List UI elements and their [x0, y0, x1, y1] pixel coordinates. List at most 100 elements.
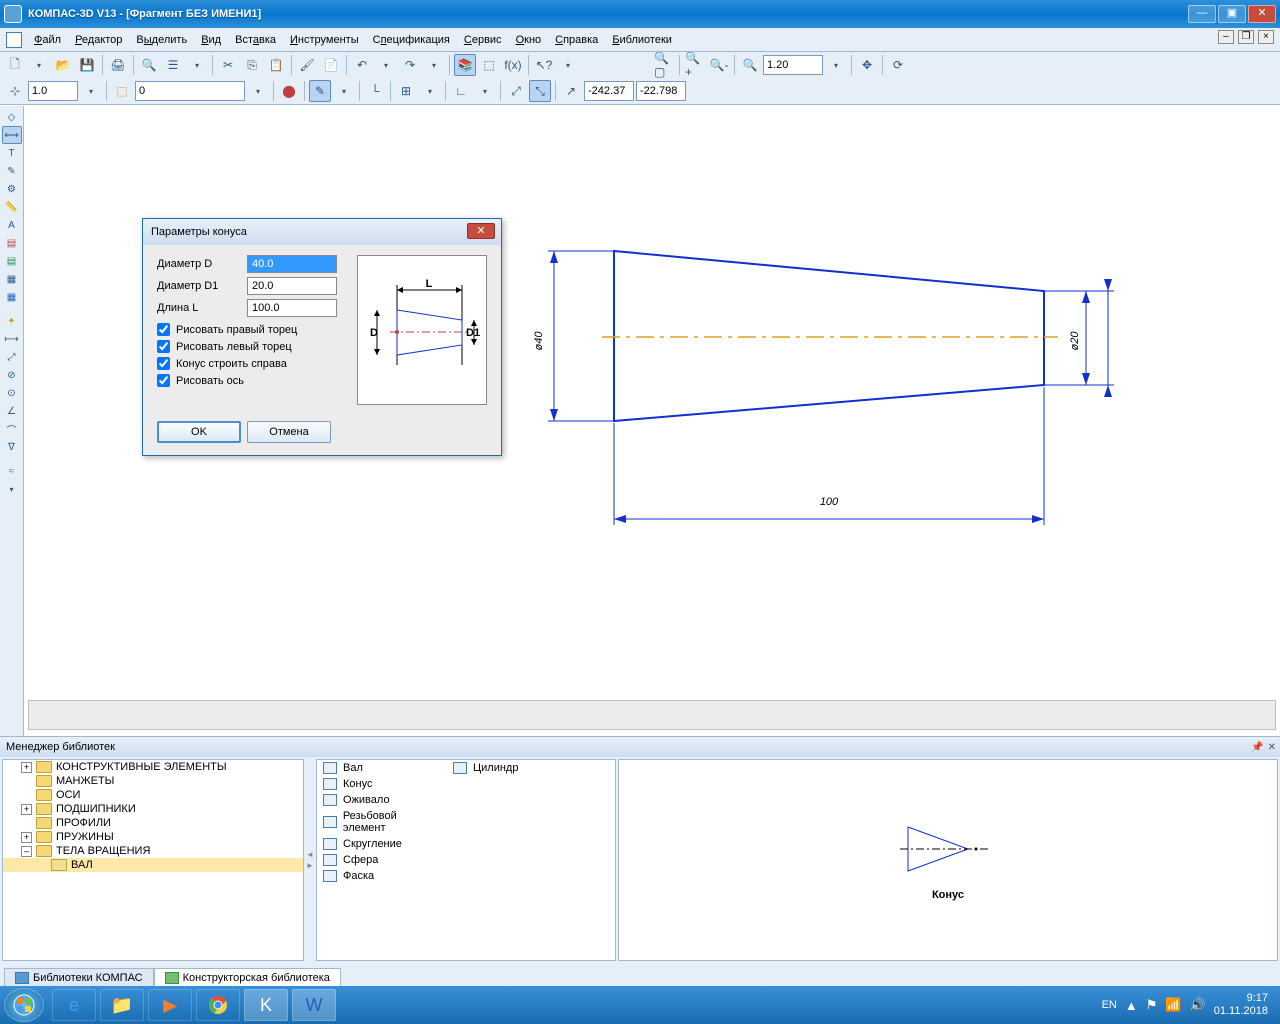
zoom-window-button[interactable]: 🔍	[739, 54, 761, 76]
snap-toggle-button[interactable]: ⤢	[505, 80, 527, 102]
task-explorer[interactable]: 📁	[100, 989, 144, 1021]
preview-button[interactable]: 🔍	[138, 54, 160, 76]
task-kompas[interactable]: K	[244, 989, 288, 1021]
task-ie[interactable]: e	[52, 989, 96, 1021]
scale-dropdown[interactable]	[80, 80, 102, 102]
zoom-fit-button[interactable]: 🔍▢	[653, 54, 675, 76]
check-right-face[interactable]: Рисовать правый торец	[157, 323, 349, 336]
layers-button[interactable]: ⬚	[111, 80, 133, 102]
dialog-close-button[interactable]: ✕	[467, 223, 495, 239]
snap-round-button[interactable]: ✎	[309, 80, 331, 102]
libmgr-close[interactable]: ✕	[1268, 742, 1276, 753]
menu-service[interactable]: Сервис	[458, 31, 508, 49]
coord-x-input[interactable]	[584, 81, 634, 101]
check-draw-axis[interactable]: Рисовать ось	[157, 374, 349, 387]
undo-button[interactable]: ↶	[351, 54, 373, 76]
tab-kompas-libs[interactable]: Библиотеки КОМПАС	[4, 968, 154, 987]
snap-dropdown[interactable]	[333, 80, 355, 102]
check-left-face[interactable]: Рисовать левый торец	[157, 340, 349, 353]
tray-network-icon[interactable]: 📶	[1165, 997, 1181, 1013]
scale-input[interactable]	[28, 81, 78, 101]
reports-tool[interactable]: ▤	[2, 252, 22, 270]
stop-button[interactable]: ⬤	[278, 80, 300, 102]
mdi-close[interactable]: ×	[1258, 30, 1274, 44]
menu-file[interactable]: Файл	[28, 31, 67, 49]
open-button[interactable]: 📂	[52, 54, 74, 76]
list-item[interactable]: Резьбовой элемент	[317, 808, 447, 836]
expander-icon[interactable]: –	[21, 846, 32, 857]
auto-line-tool[interactable]: ✦	[2, 312, 22, 330]
check-build-right[interactable]: Конус строить справа	[157, 357, 349, 370]
height-dim-tool[interactable]: ∇	[2, 438, 22, 456]
geometry-tool[interactable]: ◇	[2, 108, 22, 126]
zoom-in-button[interactable]: 🔍+	[684, 54, 706, 76]
layer-dropdown[interactable]	[247, 80, 269, 102]
maximize-button[interactable]: ▣	[1218, 5, 1246, 23]
list-item[interactable]: Цилиндр	[447, 760, 577, 776]
menu-insert[interactable]: Вставка	[229, 31, 282, 49]
tree-item-val[interactable]: ВАЛ	[3, 858, 303, 872]
snap-mode-button[interactable]: ⤡	[529, 80, 551, 102]
tray-clock[interactable]: 9:17 01.11.2018	[1214, 992, 1268, 1018]
menu-view[interactable]: Вид	[195, 31, 227, 49]
list-item[interactable]: Конус	[317, 776, 447, 792]
params-tool[interactable]: ⚙	[2, 180, 22, 198]
zoom-input[interactable]	[763, 55, 823, 75]
libmgr-list[interactable]: Вал Конус Оживало Резьбовой элемент Скру…	[316, 759, 616, 961]
menu-edit[interactable]: Редактор	[69, 31, 128, 49]
print-button[interactable]: 🖨	[107, 54, 129, 76]
copy-props-button[interactable]: 🖌	[296, 54, 318, 76]
libmgr-title[interactable]: Менеджер библиотек 📌✕	[0, 737, 1280, 757]
mdi-minimize[interactable]: –	[1218, 30, 1234, 44]
angular-dim-tool[interactable]: ∠	[2, 402, 22, 420]
spec-tool[interactable]: ▤	[2, 234, 22, 252]
redo-dropdown[interactable]	[423, 54, 445, 76]
minimize-button[interactable]: —	[1188, 5, 1216, 23]
coord-y-input[interactable]	[636, 81, 686, 101]
fx-button[interactable]: f(x)	[502, 54, 524, 76]
redo-button[interactable]: ↷	[399, 54, 421, 76]
tab-design-lib[interactable]: Конструкторская библиотека	[154, 968, 341, 987]
undo-dropdown[interactable]	[375, 54, 397, 76]
ok-button[interactable]: OK	[157, 421, 241, 443]
list-item[interactable]: Сфера	[317, 852, 447, 868]
expander-icon[interactable]: +	[21, 832, 32, 843]
dialog-titlebar[interactable]: Параметры конуса ✕	[143, 219, 501, 245]
tray-lang[interactable]: EN	[1102, 999, 1117, 1011]
menu-select[interactable]: Выделить	[130, 31, 193, 49]
task-chrome[interactable]	[196, 989, 240, 1021]
menu-help[interactable]: Справка	[549, 31, 604, 49]
layer-input[interactable]	[135, 81, 245, 101]
select-tool[interactable]: A	[2, 216, 22, 234]
tray-flag-icon[interactable]: ⚑	[1146, 997, 1158, 1013]
variables-button[interactable]: ⬚	[478, 54, 500, 76]
input-diam-d[interactable]	[247, 255, 337, 273]
task-word[interactable]: W	[292, 989, 336, 1021]
start-button[interactable]	[4, 988, 44, 1022]
task-media[interactable]: ▶	[148, 989, 192, 1021]
wave-tool[interactable]: ≈	[2, 462, 22, 480]
menu-spec[interactable]: Спецификация	[367, 31, 456, 49]
diameter-dim-tool[interactable]: ⊘	[2, 366, 22, 384]
new-dropdown[interactable]	[28, 54, 50, 76]
cut-button[interactable]: ✂	[217, 54, 239, 76]
insert-tool[interactable]: ▦	[2, 270, 22, 288]
linear-dim-tool[interactable]: ⟼	[2, 330, 22, 348]
properties2-button[interactable]: 📄	[320, 54, 342, 76]
ortho-button[interactable]: └	[364, 80, 386, 102]
mdi-restore[interactable]: ❐	[1238, 30, 1254, 44]
close-button[interactable]: ✕	[1248, 5, 1276, 23]
refresh-button[interactable]: ⟳	[887, 54, 909, 76]
local-cs-button[interactable]: ∟	[450, 80, 472, 102]
props-dropdown[interactable]	[186, 54, 208, 76]
libmgr-pin[interactable]: 📌	[1251, 742, 1263, 753]
list-item[interactable]: Фаска	[317, 868, 447, 884]
paste-button[interactable]: 📋	[265, 54, 287, 76]
cs-dropdown[interactable]	[474, 80, 496, 102]
expander-icon[interactable]: +	[21, 762, 32, 773]
arc-dim-tool[interactable]: ⌒	[2, 420, 22, 438]
copy-button[interactable]: ⎘	[241, 54, 263, 76]
menu-libs[interactable]: Библиотеки	[606, 31, 678, 49]
annotations-tool[interactable]: T	[2, 144, 22, 162]
zoom-dropdown[interactable]	[825, 54, 847, 76]
